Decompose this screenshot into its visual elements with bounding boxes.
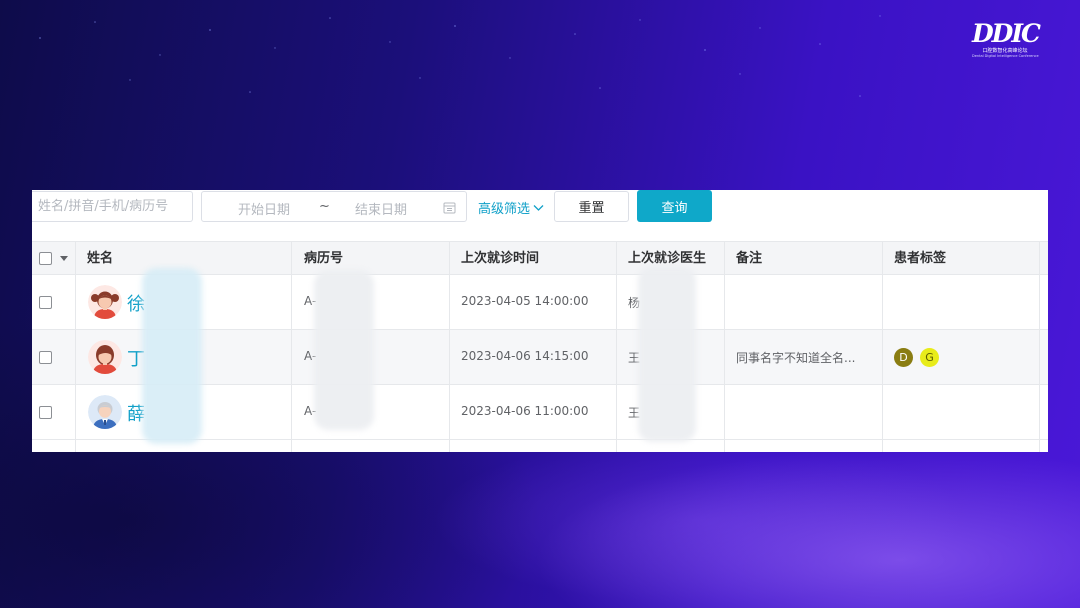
advanced-filter-toggle[interactable]: 高级筛选 bbox=[478, 198, 544, 217]
logo-mark: DDIC bbox=[972, 19, 1041, 48]
remark: 同事名字不知道全名... bbox=[736, 351, 856, 365]
search-input[interactable] bbox=[32, 191, 193, 222]
background-stars bbox=[39, 15, 881, 97]
table-header: 姓名 病历号 上次就诊时间 上次就诊医生 备注 患者标签 bbox=[32, 242, 1048, 275]
header-last-visit-time[interactable]: 上次就诊时间 bbox=[461, 242, 539, 275]
last-doctor: 王 bbox=[628, 351, 641, 365]
caret-down-icon[interactable] bbox=[60, 256, 68, 262]
ddic-logo: DDIC 口腔数智化高峰论坛 Dental Digital Intelligen… bbox=[972, 19, 1041, 66]
table-row[interactable]: 徐 A- 2023-04-05 14:00:00 杨 bbox=[32, 275, 1048, 330]
date-range-picker[interactable]: 开始日期 ~ 结束日期 bbox=[201, 191, 467, 222]
date-start-input[interactable]: 开始日期 bbox=[238, 199, 290, 218]
advanced-filter-label: 高级筛选 bbox=[478, 202, 531, 217]
logo-subtitle-en: Dental Digital Intelligence Conference bbox=[972, 54, 1039, 58]
select-all-checkbox[interactable] bbox=[39, 252, 52, 265]
column-divider bbox=[882, 241, 883, 452]
filter-toolbar: 开始日期 ~ 结束日期 高级筛选 重置 查询 bbox=[32, 190, 1048, 232]
patient-tag-g[interactable]: G bbox=[920, 348, 939, 367]
table-row[interactable]: 丁 A- 2023-04-06 14:15:00 王 同事名字不知道全名... … bbox=[32, 330, 1048, 385]
old-man-avatar-icon bbox=[88, 395, 122, 429]
table-row[interactable]: 薛 A- 2023-04-06 11:00:00 王 bbox=[32, 385, 1048, 440]
patient-list-panel: 开始日期 ~ 结束日期 高级筛选 重置 查询 姓名 病历号 bbox=[32, 190, 1048, 452]
last-doctor: 杨 bbox=[628, 296, 641, 310]
column-divider bbox=[449, 241, 450, 452]
record-no: A- bbox=[304, 404, 317, 418]
woman-avatar-icon bbox=[88, 340, 122, 374]
query-button[interactable]: 查询 bbox=[637, 190, 712, 222]
row-checkbox[interactable] bbox=[39, 296, 52, 309]
header-last-doctor[interactable]: 上次就诊医生 bbox=[628, 242, 706, 275]
header-remark[interactable]: 备注 bbox=[736, 242, 762, 275]
last-visit-time: 2023-04-06 11:00:00 bbox=[461, 404, 589, 418]
chevron-down-icon bbox=[533, 204, 544, 211]
column-divider bbox=[291, 241, 292, 452]
patient-name-link[interactable]: 薛 bbox=[127, 400, 145, 426]
record-no: A- bbox=[304, 349, 317, 363]
column-divider bbox=[724, 241, 725, 452]
last-visit-time: 2023-04-05 14:00:00 bbox=[461, 294, 589, 308]
patient-table: 姓名 病历号 上次就诊时间 上次就诊医生 备注 患者标签 徐 A- 2023-0… bbox=[32, 241, 1048, 452]
patient-name-link[interactable]: 徐 bbox=[127, 290, 145, 316]
date-end-input[interactable]: 结束日期 bbox=[355, 199, 407, 218]
date-separator: ~ bbox=[319, 199, 330, 214]
header-record-no[interactable]: 病历号 bbox=[304, 242, 343, 275]
table-scroll-edge bbox=[1039, 241, 1040, 452]
girl-avatar-icon bbox=[88, 285, 122, 319]
patient-name-link[interactable]: 丁 bbox=[127, 345, 145, 371]
last-doctor: 王 bbox=[628, 406, 641, 420]
patient-tag-d[interactable]: D bbox=[894, 348, 913, 367]
header-tags[interactable]: 患者标签 bbox=[894, 242, 946, 275]
calendar-icon bbox=[443, 202, 456, 214]
last-visit-time: 2023-04-06 14:15:00 bbox=[461, 349, 589, 363]
column-divider bbox=[75, 241, 76, 452]
row-checkbox[interactable] bbox=[39, 406, 52, 419]
row-checkbox[interactable] bbox=[39, 351, 52, 364]
table-row-partial bbox=[32, 440, 1048, 452]
reset-button[interactable]: 重置 bbox=[554, 191, 629, 222]
column-divider bbox=[616, 241, 617, 452]
record-no: A- bbox=[304, 294, 317, 308]
header-name[interactable]: 姓名 bbox=[87, 242, 113, 275]
